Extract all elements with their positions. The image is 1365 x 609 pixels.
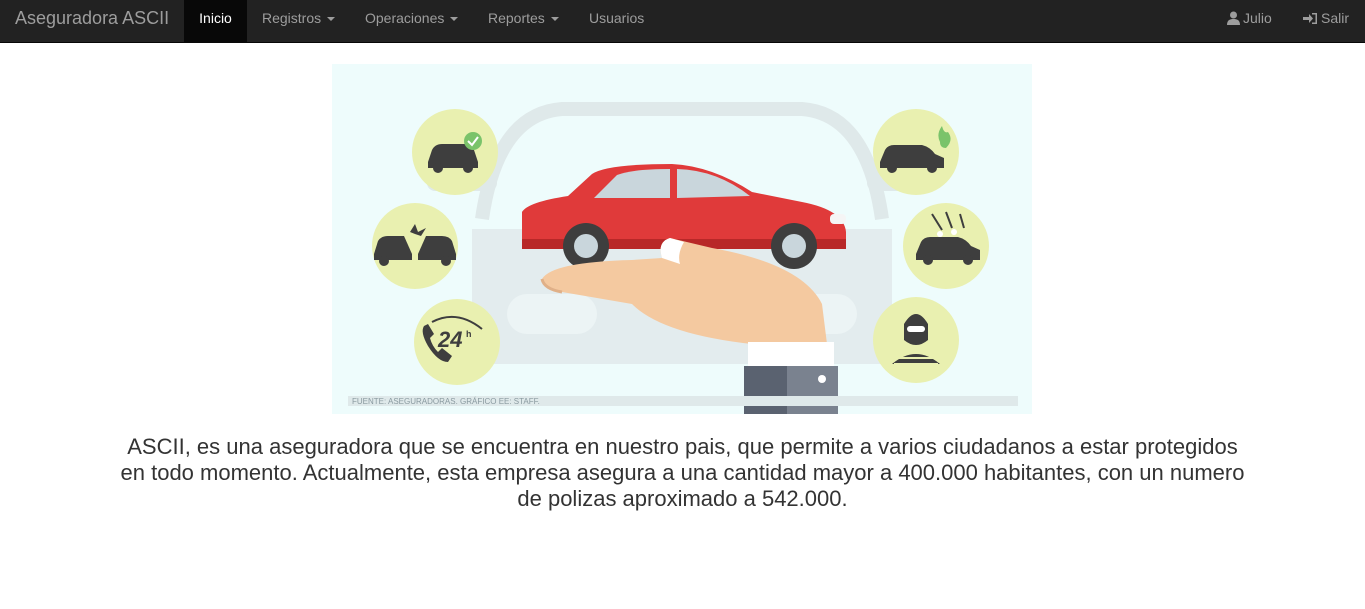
nav-reportes[interactable]: Reportes [473, 0, 574, 43]
nav-inicio[interactable]: Inicio [184, 0, 247, 43]
company-description: ASCII, es una aseguradora que se encuent… [120, 434, 1245, 511]
logout-label: Salir [1321, 10, 1350, 26]
badge-24h-suffix: h [466, 329, 472, 339]
hero-caption: FUENTE: ASEGURADORAS. GRÁFICO EE: STAFF. [352, 397, 540, 406]
nav-reportes-label: Reportes [488, 10, 545, 26]
nav-usuarios-label: Usuarios [589, 10, 645, 26]
car-crash-icon [372, 203, 458, 289]
nav-registros-label: Registros [262, 10, 322, 26]
nav-operaciones[interactable]: Operaciones [350, 0, 473, 43]
chevron-down-icon [327, 17, 336, 22]
hero-illustration: 24 h FUENTE: ASEGURADORAS. GRÁFICO EE: S… [332, 64, 1032, 414]
phone-24h-icon: 24 h [414, 299, 500, 385]
car-fire-icon [873, 109, 959, 195]
top-navbar: Aseguradora ASCII Inicio Registros Opera… [0, 0, 1365, 43]
user-icon [1227, 11, 1240, 25]
nav-usuarios[interactable]: Usuarios [574, 0, 659, 43]
badge-24h-text: 24 [437, 327, 462, 352]
chevron-down-icon [550, 17, 559, 22]
insurance-illustration: 24 h FUENTE: ASEGURADORAS. GRÁFICO EE: S… [348, 102, 1018, 414]
car-check-icon [412, 109, 498, 195]
brand-link[interactable]: Aseguradora ASCII [15, 0, 169, 43]
bg-headlight-left [507, 294, 597, 334]
thief-icon [873, 297, 959, 383]
nav-operaciones-label: Operaciones [365, 10, 445, 26]
user-menu[interactable]: Julio [1212, 0, 1287, 43]
user-label: Julio [1243, 10, 1272, 26]
nav-inicio-label: Inicio [199, 10, 232, 26]
logout-icon [1303, 13, 1317, 24]
logout-link[interactable]: Salir [1288, 0, 1364, 43]
nav-registros[interactable]: Registros [247, 0, 350, 43]
chevron-down-icon [450, 17, 459, 22]
car-hail-icon [903, 203, 989, 289]
